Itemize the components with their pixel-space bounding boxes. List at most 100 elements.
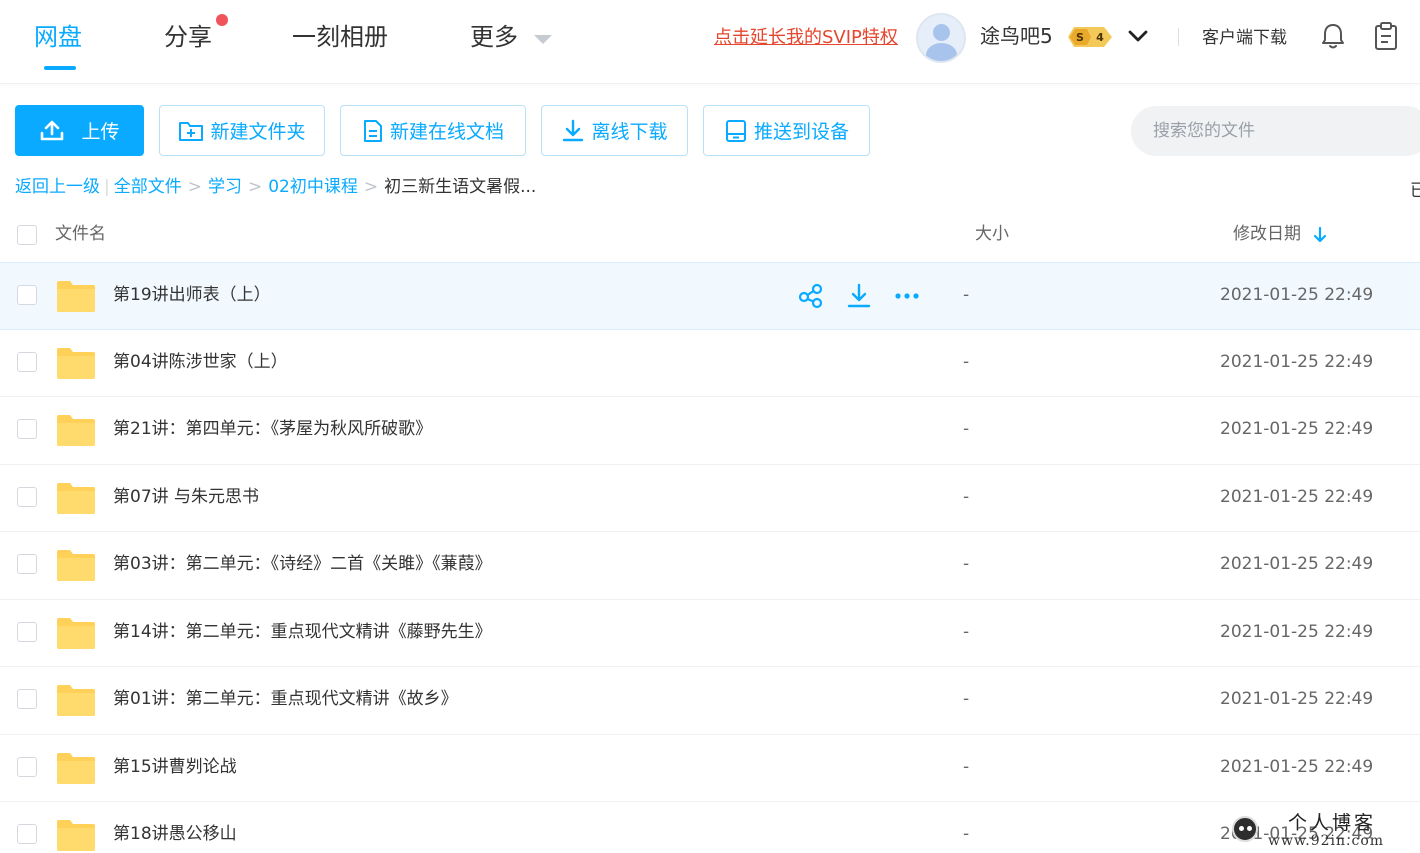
row-actions — [798, 283, 920, 309]
bell-icon[interactable] — [1320, 22, 1346, 50]
more-caret-icon[interactable] — [534, 35, 552, 44]
breadcrumb-middle-school[interactable]: 02初中课程 — [268, 177, 358, 197]
back-link[interactable]: 返回上一级 — [15, 177, 100, 197]
nav-divider — [1178, 28, 1179, 46]
file-name[interactable]: 第19讲出师表（上） — [113, 283, 271, 307]
column-name-header[interactable]: 文件名 — [55, 222, 106, 246]
avatar[interactable] — [916, 13, 966, 63]
nav-tab-more[interactable]: 更多 — [470, 20, 518, 54]
row-checkbox[interactable] — [17, 486, 37, 507]
upload-button[interactable]: 上传 — [15, 105, 144, 156]
table-row[interactable]: 第14讲：第二单元：重点现代文精讲《藤野先生》 - 2021-01-25 22:… — [0, 600, 1420, 667]
file-size: - — [963, 486, 970, 507]
nav-active-indicator — [44, 66, 76, 70]
file-name[interactable]: 第04讲陈涉世家（上） — [113, 350, 288, 374]
breadcrumb: 返回上一级 | 全部文件 > 学习 >02初中课程 > 初三新生语文暑假... — [15, 177, 537, 197]
folder-icon — [57, 685, 95, 716]
share-icon[interactable] — [798, 283, 824, 309]
file-name[interactable]: 第21讲：第四单元：《茅屋为秋风所破歌》 — [113, 417, 432, 441]
chevron-down-icon[interactable] — [1126, 24, 1150, 48]
table-row[interactable]: 第04讲陈涉世家（上） - 2021-01-25 22:49 — [0, 330, 1420, 397]
download-icon[interactable] — [846, 283, 872, 309]
row-checkbox[interactable] — [17, 554, 37, 574]
file-name[interactable]: 第15讲曹刿论战 — [113, 755, 237, 779]
folder-icon — [57, 820, 95, 851]
svip-extend-link[interactable]: 点击延长我的SVIP特权 — [714, 25, 898, 51]
row-checkbox[interactable] — [17, 285, 37, 305]
nav-tab-share[interactable]: 分享 — [164, 20, 212, 54]
watermark-url: www.92in.com — [1268, 833, 1385, 849]
folder-icon — [57, 482, 95, 514]
more-icon[interactable] — [894, 283, 920, 309]
row-checkbox[interactable] — [17, 419, 37, 439]
folder-icon — [57, 550, 95, 581]
file-name[interactable]: 第18讲愚公移山 — [113, 822, 237, 846]
row-checkbox[interactable] — [17, 689, 37, 709]
upload-icon — [41, 120, 64, 140]
file-name[interactable]: 第14讲：第二单元：重点现代文精讲《藤野先生》 — [113, 620, 492, 644]
file-date: 2021-01-25 22:49 — [1220, 351, 1374, 372]
file-name[interactable]: 第01讲：第二单元：重点现代文精讲《故乡》 — [113, 687, 458, 711]
username[interactable]: 途鸟吧5 — [980, 22, 1053, 50]
select-all-checkbox[interactable] — [17, 225, 37, 245]
row-checkbox[interactable] — [17, 351, 37, 372]
offline-download-label: 离线下载 — [591, 121, 668, 143]
column-size-header[interactable]: 大小 — [975, 222, 1009, 246]
search-box — [1131, 106, 1420, 156]
file-size: - — [963, 756, 970, 777]
folder-icon — [57, 415, 95, 446]
device-icon — [725, 119, 746, 142]
new-folder-button[interactable]: 新建文件夹 — [159, 105, 325, 156]
folder-icon — [57, 347, 95, 379]
folder-icon — [57, 281, 95, 312]
new-online-doc-label: 新建在线文档 — [389, 121, 504, 143]
row-checkbox[interactable] — [17, 621, 37, 642]
file-date: 2021-01-25 22:49 — [1220, 689, 1374, 709]
file-name[interactable]: 第03讲：第二单元：《诗经》二首《关雎》《蒹葭》 — [113, 552, 492, 576]
file-size: - — [963, 285, 970, 305]
search-input[interactable] — [1153, 116, 1413, 146]
watermark-title: 个人博客 — [1288, 812, 1377, 834]
top-navigation: 网盘 分享 一刻相册 更多 点击延长我的SVIP特权 途鸟吧5 S 4 客户端下… — [0, 0, 1420, 84]
row-checkbox[interactable] — [17, 756, 37, 777]
sort-down-arrow-icon[interactable] — [1313, 226, 1327, 244]
notification-dot — [216, 14, 228, 26]
file-date: 2021-01-25 22:49 — [1220, 285, 1374, 305]
loaded-count-text: 已 — [1410, 181, 1420, 201]
file-name[interactable]: 第07讲 与朱元思书 — [113, 485, 259, 509]
push-to-device-label: 推送到设备 — [753, 121, 849, 143]
upload-label: 上传 — [81, 121, 120, 143]
file-date: 2021-01-25 22:49 — [1220, 419, 1374, 439]
file-date: 2021-01-25 22:49 — [1220, 756, 1374, 777]
folder-icon — [57, 617, 95, 649]
file-date: 2021-01-25 22:49 — [1220, 621, 1374, 642]
nav-tab-album[interactable]: 一刻相册 — [292, 20, 388, 54]
watermark-logo-icon — [1232, 816, 1258, 842]
offline-download-icon — [563, 119, 584, 141]
breadcrumb-current: 初三新生语文暑假... — [384, 177, 537, 197]
breadcrumb-all-files[interactable]: 全部文件 — [114, 177, 182, 197]
file-date: 2021-01-25 22:49 — [1220, 486, 1374, 507]
table-row[interactable]: 第19讲出师表（上） - 2021-01-25 22:49 — [0, 262, 1420, 330]
table-row[interactable]: 第01讲：第二单元：重点现代文精讲《故乡》 - 2021-01-25 22:49 — [0, 667, 1420, 735]
document-icon — [363, 119, 382, 142]
clipboard-icon[interactable] — [1374, 21, 1398, 51]
push-to-device-button[interactable]: 推送到设备 — [703, 105, 870, 156]
file-size: - — [963, 621, 970, 642]
file-list: 第19讲出师表（上） - 2021-01-25 22:49 第04讲陈涉世家（上… — [0, 262, 1420, 853]
breadcrumb-study[interactable]: 学习 — [208, 177, 242, 197]
new-folder-label: 新建文件夹 — [210, 121, 306, 143]
column-date-header[interactable]: 修改日期 — [1233, 222, 1301, 246]
table-row[interactable]: 第03讲：第二单元：《诗经》二首《关雎》《蒹葭》 - 2021-01-25 22… — [0, 532, 1420, 600]
table-row[interactable]: 第21讲：第四单元：《茅屋为秋风所破歌》 - 2021-01-25 22:49 — [0, 397, 1420, 465]
table-row[interactable]: 第15讲曹刿论战 - 2021-01-25 22:49 — [0, 735, 1420, 802]
row-checkbox[interactable] — [17, 824, 37, 844]
file-size: - — [963, 554, 970, 574]
new-online-doc-button[interactable]: 新建在线文档 — [340, 105, 526, 156]
nav-tab-netdisk[interactable]: 网盘 — [34, 20, 82, 54]
offline-download-button[interactable]: 离线下载 — [541, 105, 688, 156]
table-row[interactable]: 第18讲愚公移山 - 2021-01-25 22:49 — [0, 802, 1420, 853]
table-row[interactable]: 第07讲 与朱元思书 - 2021-01-25 22:49 — [0, 465, 1420, 532]
blog-watermark: 个人博客 www.92in.com — [1228, 812, 1418, 852]
client-download-link[interactable]: 客户端下载 — [1202, 25, 1287, 51]
